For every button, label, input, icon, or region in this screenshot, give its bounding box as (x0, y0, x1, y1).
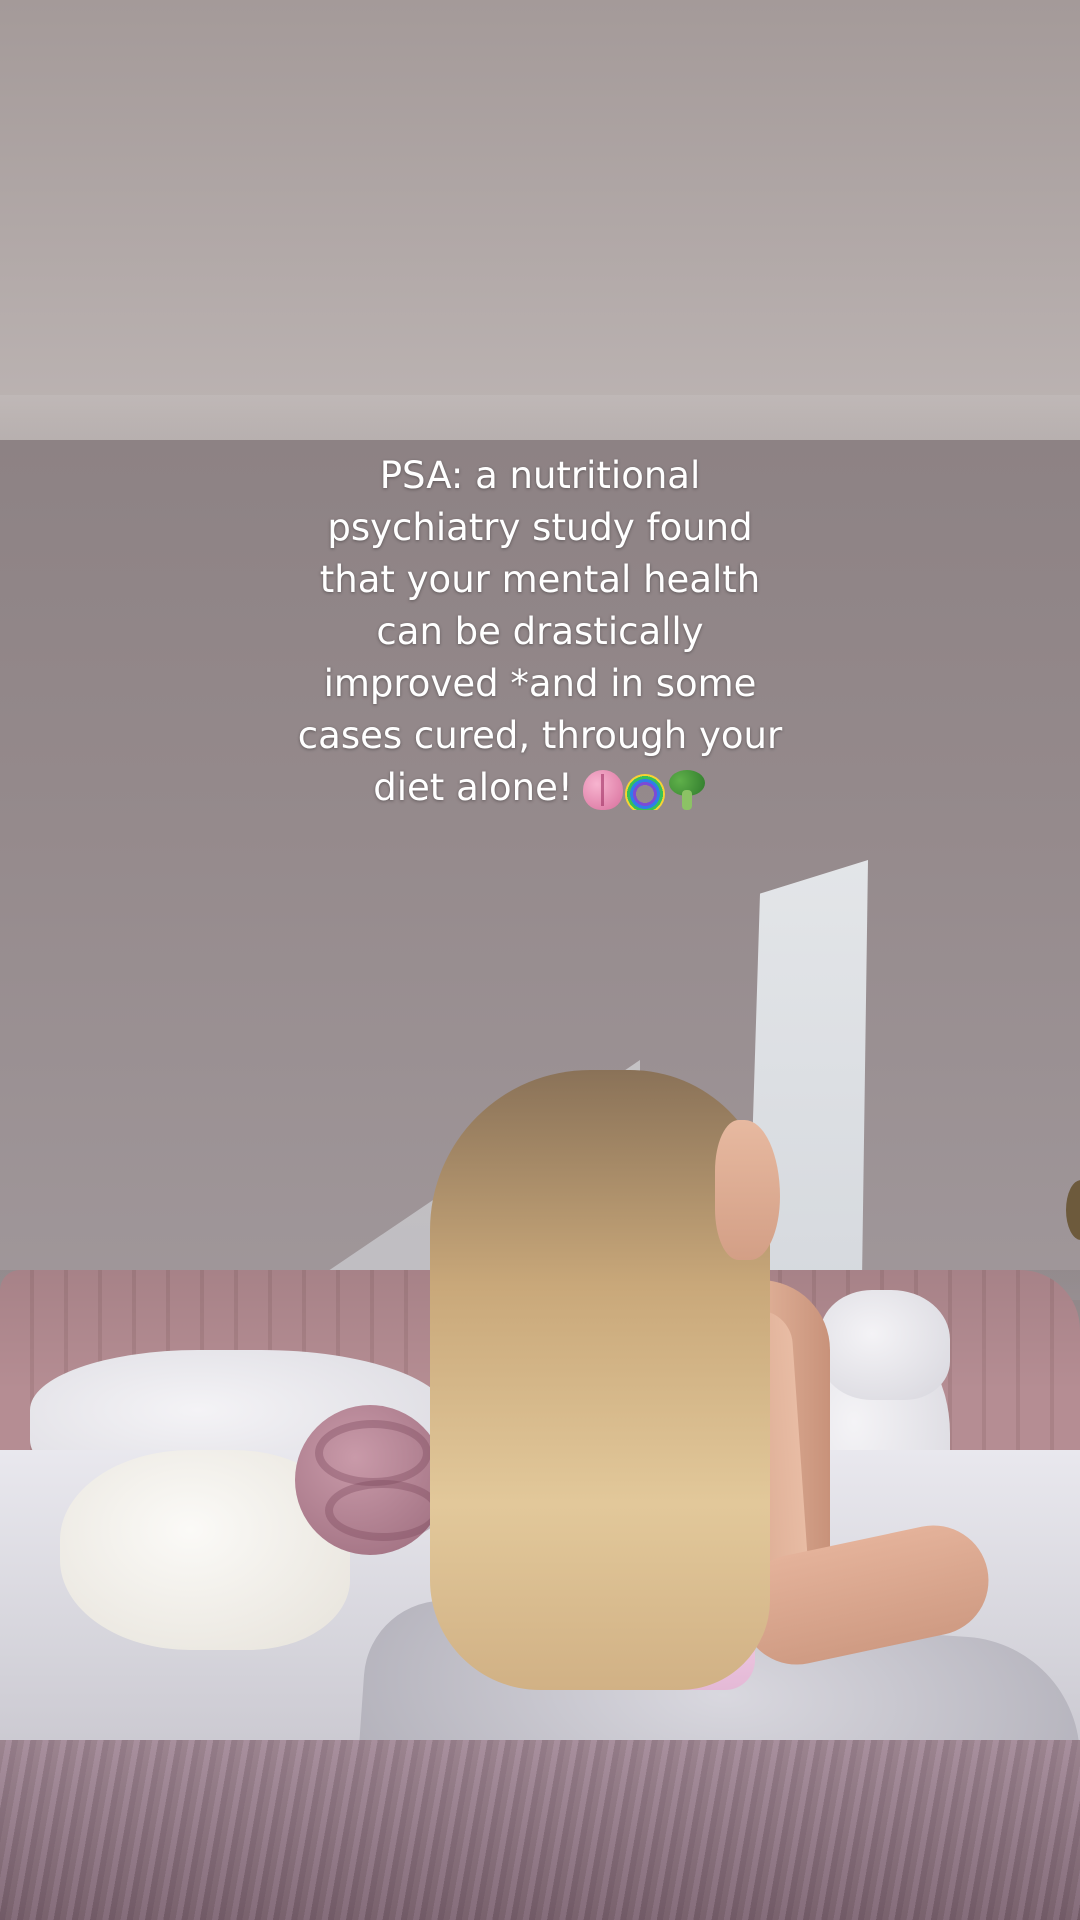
caption-line: cases cured, through your (297, 714, 783, 757)
caption-line: improved *and in some (323, 662, 757, 705)
caption-line: that your mental health (319, 558, 761, 601)
caption-line: psychiatry study found (327, 506, 753, 549)
emoji-row (582, 769, 707, 810)
ceiling (0, 0, 1080, 450)
pillow-right-back (820, 1290, 950, 1400)
video-frame[interactable]: PSA: a nutritional psychiatry study foun… (0, 0, 1080, 1920)
caption-line: can be drastically (376, 610, 704, 653)
rainbow-emoji-icon (624, 770, 665, 810)
brain-emoji-icon (582, 769, 623, 810)
caption-overlay: PSA: a nutritional psychiatry study foun… (240, 450, 840, 814)
caption-line: PSA: a nutritional (379, 454, 701, 497)
caption-line-last: diet alone! (240, 762, 840, 814)
broccoli-emoji-icon (667, 769, 707, 810)
